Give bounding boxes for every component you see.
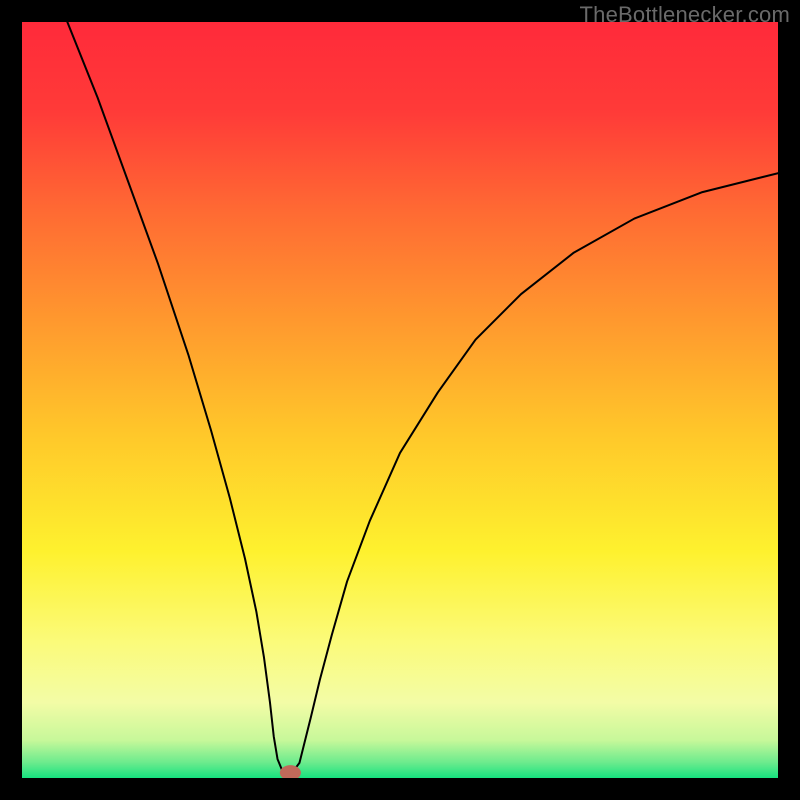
plot-area <box>22 22 778 778</box>
chart-frame: TheBottlenecker.com <box>0 0 800 800</box>
chart-svg <box>22 22 778 778</box>
chart-background <box>22 22 778 778</box>
watermark-text: TheBottlenecker.com <box>580 2 790 28</box>
